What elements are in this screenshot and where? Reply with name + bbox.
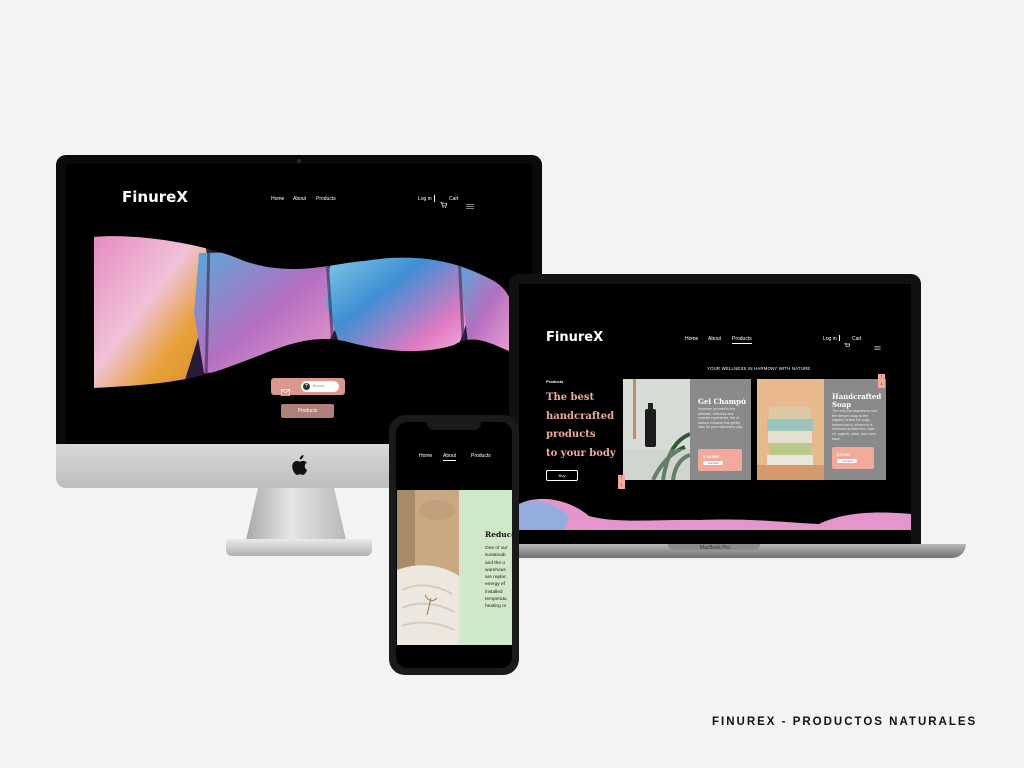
nav-divider bbox=[839, 335, 840, 341]
nav-home[interactable]: Home bbox=[419, 453, 432, 459]
imac-stand bbox=[246, 488, 346, 540]
phone-screen: Home About Products Reduce One of our su… bbox=[396, 422, 512, 668]
section-body: One of our sustainab and the u warehous … bbox=[485, 545, 508, 611]
menu-icon[interactable] bbox=[466, 196, 474, 214]
nav-about[interactable]: About bbox=[708, 336, 721, 342]
macbook-screen: FinureX Home About Products Log in Cart … bbox=[519, 284, 911, 544]
product-card-gel[interactable]: Gel Champú Immerse yourself in the ultim… bbox=[690, 379, 751, 480]
logo[interactable]: FinureX bbox=[122, 188, 188, 206]
apple-logo-icon bbox=[290, 455, 308, 481]
headline-line: The best bbox=[546, 392, 595, 403]
nav-login[interactable]: Log in bbox=[418, 196, 432, 202]
body-line: temperatu bbox=[485, 597, 507, 603]
cart-icon[interactable] bbox=[440, 195, 448, 213]
price-box: $ 18.000 Comprar bbox=[698, 449, 742, 471]
card-text: Immerse yourself in the ultimate, delici… bbox=[698, 407, 743, 430]
logo[interactable]: FinureX bbox=[546, 330, 603, 345]
tagline: YOUR WELLNESS IN HARMONY WITH NATURE bbox=[707, 366, 811, 371]
carousel-arrows-right[interactable]: ↑ ↓ bbox=[878, 374, 885, 388]
product-image-gel bbox=[623, 379, 690, 480]
nav-cart[interactable]: Cart bbox=[852, 336, 861, 342]
phone-notch bbox=[427, 422, 481, 430]
buy-button[interactable]: Buy bbox=[546, 470, 578, 481]
imac-camera bbox=[297, 159, 301, 163]
buy-mini-label: Comprar bbox=[708, 461, 719, 465]
nav-products[interactable]: Products bbox=[471, 453, 491, 459]
card-title: Gel Champú bbox=[698, 397, 747, 406]
search-hint: Buscar... bbox=[313, 384, 327, 388]
nav-products[interactable]: Products bbox=[316, 196, 336, 202]
body-line: sustainab bbox=[485, 553, 506, 559]
content-panel: Reduce One of our sustainab and the u wa… bbox=[459, 490, 512, 645]
headline: The best handcrafted products to your bo… bbox=[546, 389, 616, 463]
plus-icon: + bbox=[303, 383, 310, 390]
body-line: and the u bbox=[485, 560, 506, 566]
buy-mini-label: Comprar bbox=[842, 459, 853, 463]
body-line: are replac bbox=[485, 575, 507, 581]
nav-cart[interactable]: Cart bbox=[449, 196, 458, 202]
nav-login[interactable]: Log in bbox=[823, 336, 837, 342]
section-label: Products bbox=[546, 379, 564, 384]
section-title: Reduce bbox=[485, 530, 512, 539]
carousel-arrows-left[interactable]: ↑ ↓ bbox=[618, 475, 625, 489]
nav-home[interactable]: Home bbox=[685, 336, 698, 342]
search-pill[interactable]: + Buscar... bbox=[271, 378, 345, 396]
product-card-soap[interactable]: Handcrafted Soap The only bar required t… bbox=[824, 379, 886, 480]
macbook-label: MacBook Pro bbox=[699, 545, 730, 551]
footer-wave-image bbox=[519, 498, 911, 530]
body-line: warehous bbox=[485, 567, 506, 573]
product-image-soap bbox=[757, 379, 824, 480]
search-field[interactable]: + Buscar... bbox=[301, 381, 339, 392]
buy-mini-button[interactable]: Comprar bbox=[703, 461, 723, 465]
mail-icon bbox=[281, 383, 290, 401]
products-button[interactable]: Products bbox=[281, 404, 334, 418]
card-text: The only bar required to see the deeper … bbox=[832, 409, 877, 441]
price: $ 18.000 bbox=[703, 454, 719, 459]
body-line: heating or bbox=[485, 604, 507, 610]
price-box: $ 9.000 Comprar bbox=[832, 447, 874, 469]
body-line: One of our bbox=[485, 546, 508, 551]
nav-about[interactable]: About bbox=[293, 196, 306, 202]
headline-line: to your body bbox=[546, 447, 616, 459]
body-line: installed bbox=[485, 589, 503, 595]
nav-products[interactable]: Products bbox=[732, 336, 752, 344]
nav-about[interactable]: About bbox=[443, 453, 457, 461]
headline-line: products bbox=[546, 429, 596, 440]
towel-image bbox=[397, 490, 459, 645]
headline-line: handcrafted bbox=[546, 410, 615, 422]
nav-divider bbox=[434, 195, 435, 202]
body-line: energy ef bbox=[485, 582, 506, 588]
imac-foot bbox=[226, 539, 372, 556]
price: $ 9.000 bbox=[837, 452, 851, 457]
cart-icon[interactable] bbox=[844, 335, 851, 353]
menu-icon[interactable] bbox=[874, 337, 881, 355]
nav-home[interactable]: Home bbox=[271, 196, 284, 202]
buy-mini-button[interactable]: Comprar bbox=[837, 459, 857, 463]
hero-bath-bombs-image bbox=[94, 236, 514, 388]
card-title: Handcrafted Soap bbox=[832, 392, 882, 409]
caption: FINUREX - PRODUCTOS NATURALES bbox=[712, 716, 978, 728]
